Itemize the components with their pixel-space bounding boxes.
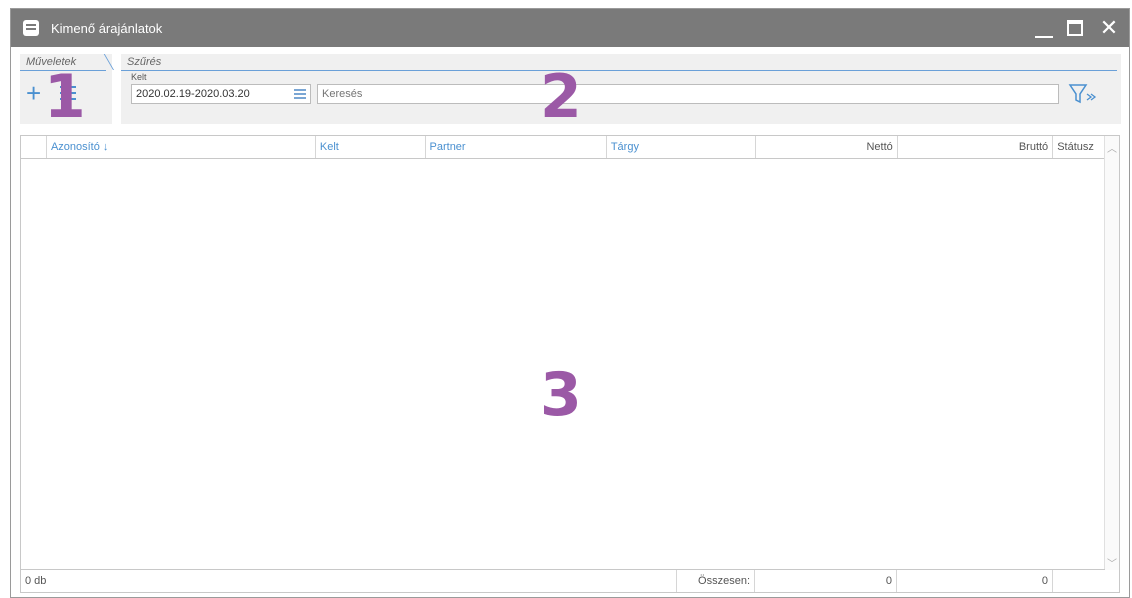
search-input[interactable]: [317, 84, 1059, 104]
statusz-total: [1053, 570, 1105, 592]
row-selector-header[interactable]: [21, 136, 47, 158]
brutto-total: 0: [897, 570, 1053, 592]
chevron-up-icon[interactable]: ︿: [1107, 140, 1117, 155]
netto-total: 0: [755, 570, 897, 592]
date-picker-icon[interactable]: [294, 89, 306, 99]
column-header-azonosito[interactable]: Azonosító ↓: [47, 136, 316, 158]
kelt-label: Kelt: [131, 72, 147, 82]
maximize-icon[interactable]: [1067, 20, 1083, 36]
document-icon: [23, 20, 39, 36]
window-title: Kimenő árajánlatok: [51, 20, 163, 36]
filter-icon[interactable]: [1067, 82, 1097, 106]
vertical-scrollbar[interactable]: ︿ ﹀: [1104, 136, 1119, 570]
total-label: Összesen:: [677, 570, 755, 592]
add-icon[interactable]: +: [26, 80, 41, 106]
row-count: 0 db: [21, 570, 677, 592]
close-icon[interactable]: ✕: [1097, 17, 1121, 39]
tab-filter[interactable]: Szűrés: [121, 54, 1117, 71]
column-header-targy[interactable]: Tárgy: [607, 136, 757, 158]
window-controls: ✕: [1035, 9, 1121, 47]
column-header-brutto[interactable]: Bruttó: [898, 136, 1054, 158]
grid-footer: 0 db Összesen: 0 0: [21, 569, 1105, 592]
date-range-field[interactable]: 2020.02.19-2020.03.20: [131, 84, 311, 104]
grid-header: Azonosító ↓ Kelt Partner Tárgy Nettó Bru…: [21, 136, 1105, 159]
column-header-statusz[interactable]: Státusz: [1053, 136, 1105, 158]
annotation-marker-2: 2: [540, 62, 582, 132]
title-bar[interactable]: Kimenő árajánlatok ✕: [11, 9, 1129, 47]
filter-panel: Szűrés Kelt 2020.02.19-2020.03.20: [121, 54, 1121, 124]
column-header-partner[interactable]: Partner: [426, 136, 607, 158]
column-header-netto[interactable]: Nettó: [756, 136, 898, 158]
tab-filter-label: Szűrés: [127, 56, 162, 68]
annotation-marker-1: 1: [44, 62, 86, 132]
date-range-value: 2020.02.19-2020.03.20: [136, 88, 250, 100]
chevron-down-icon[interactable]: ﹀: [1107, 555, 1117, 570]
annotation-marker-3: 3: [540, 360, 582, 430]
column-header-kelt[interactable]: Kelt: [316, 136, 426, 158]
minimize-icon[interactable]: [1035, 32, 1053, 38]
